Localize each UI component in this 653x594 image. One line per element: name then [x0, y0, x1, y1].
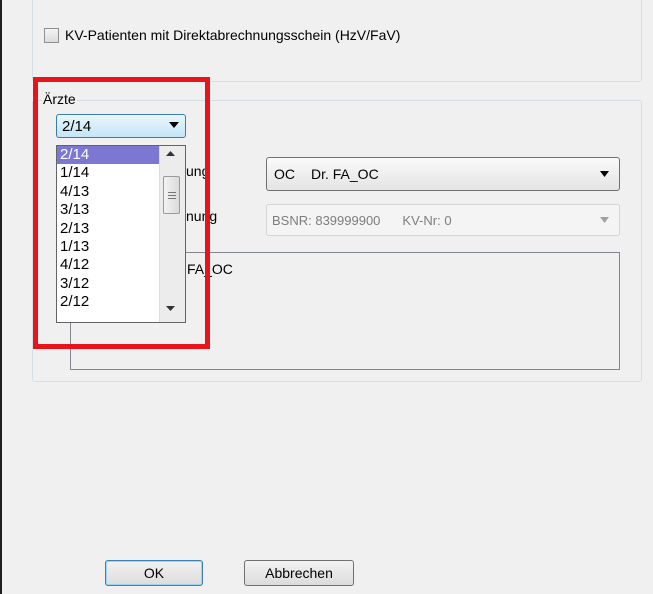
kv-patienten-checkbox-row[interactable]: KV-Patienten mit Direktabrechnungsschein…: [44, 27, 400, 43]
doctor-code: OC: [274, 166, 295, 182]
doctor-name: Dr. FA_OC: [311, 166, 379, 182]
kv-patienten-checkbox[interactable]: [44, 27, 59, 43]
bsnr-select: BSNR: 839999900 KV-Nr: 0: [266, 204, 620, 236]
cancel-button[interactable]: Abbrechen: [244, 560, 354, 586]
bsnr-value: BSNR: 839999900: [272, 212, 381, 228]
chevron-down-icon: [600, 171, 609, 177]
doctor-select[interactable]: OC Dr. FA_OC: [266, 157, 620, 191]
highlight-annotation: [33, 77, 210, 349]
kv-patienten-checkbox-label: KV-Patienten mit Direktabrechnungsschein…: [65, 27, 401, 43]
chevron-down-icon: [600, 217, 609, 223]
kvnr-value: KV-Nr: 0: [402, 212, 452, 228]
ok-button[interactable]: OK: [105, 560, 203, 586]
